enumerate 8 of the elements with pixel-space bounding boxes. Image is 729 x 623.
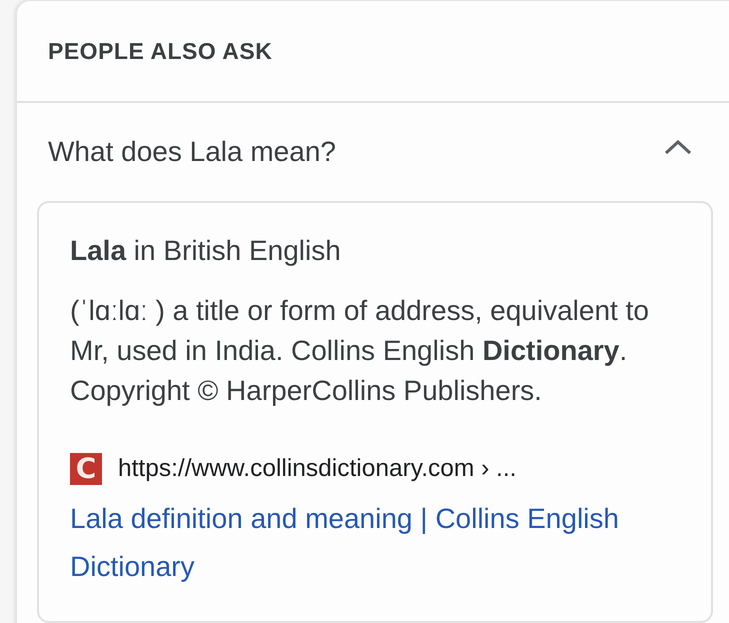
chevron-up-icon[interactable] (664, 139, 692, 155)
answer-heading: Lala in British English (70, 234, 342, 268)
result-link[interactable]: Lala definition and meaning | Collins English Dictionary (70, 495, 670, 591)
definition-text: (ˈlɑːlɑː ) a title or form of address, equivalent to Mr, used in India. Collins English Dictionary. Copyright © HarperCollins Publishers. (70, 294, 650, 408)
favicon-icon: C (70, 453, 102, 485)
question-text[interactable]: What does Lala mean? (48, 136, 336, 168)
source-url: https://www.collinsdictionary.com › ... (118, 455, 516, 483)
section-title: PEOPLE ALSO ASK (48, 38, 272, 64)
